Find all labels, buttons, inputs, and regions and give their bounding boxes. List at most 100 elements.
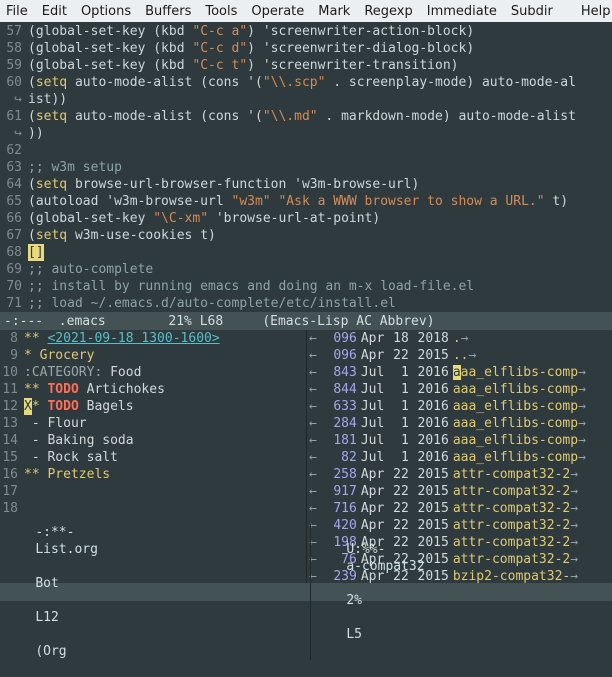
line-number: 57 <box>0 23 28 40</box>
dired-row[interactable]: ←716Apr222015attr-compat32-2→ <box>307 500 612 517</box>
dired-row[interactable]: ←82Jul12016aaa_elflibs-comp→ <box>307 449 612 466</box>
modeline-percent: 21% <box>168 313 191 330</box>
code-token: ( <box>28 57 36 74</box>
org-line: 17 <box>0 483 306 500</box>
file-size: 096 <box>319 347 357 364</box>
file-name: attr-compat32-2 <box>453 466 570 483</box>
file-year: 2015 <box>409 347 453 364</box>
truncate-right-icon: → <box>570 551 578 568</box>
menu-mark[interactable]: Mark <box>318 3 350 20</box>
org-line: 9* Grocery <box>0 347 306 364</box>
truncate-right-icon: → <box>468 347 476 364</box>
org-token: X <box>24 398 32 415</box>
menu-edit[interactable]: Edit <box>42 3 67 20</box>
dired-row[interactable]: ←843Jul12016aaa_elflibs-comp→ <box>307 364 612 381</box>
file-year: 2016 <box>409 449 453 466</box>
code-token: auto-mode-alist (cons '( <box>67 108 263 125</box>
dired-row[interactable]: ←096Apr182018.→ <box>307 330 612 347</box>
code-line: 67(setq w3m-use-cookies t) <box>0 227 612 244</box>
file-day: 1 <box>389 415 409 432</box>
code-token: setq <box>36 74 67 91</box>
org-line: 11** TODO Artichokes <box>0 381 306 398</box>
menu-subdir[interactable]: Subdir <box>511 3 553 20</box>
line-number: 11 <box>0 381 24 398</box>
code-token: global-set-key <box>36 40 153 57</box>
file-size: 917 <box>319 483 357 500</box>
modeline-flags: -:--- <box>4 313 59 330</box>
file-day: 18 <box>389 330 409 347</box>
code-token: "\C-xm" <box>153 210 208 227</box>
menubar: File Edit Options Buffers Tools Operate … <box>0 0 612 22</box>
file-year: 2015 <box>409 483 453 500</box>
code-line: ↪)) <box>0 125 612 142</box>
code-token: ( <box>28 40 36 57</box>
file-month: Apr <box>357 500 389 517</box>
dired-row[interactable]: ←181Jul12016aaa_elflibs-comp→ <box>307 432 612 449</box>
file-day: 1 <box>389 381 409 398</box>
menu-buffers[interactable]: Buffers <box>145 3 191 20</box>
file-name: aaa_elflibs-comp <box>453 432 578 449</box>
line-number: 63 <box>0 159 28 176</box>
file-size: 181 <box>319 432 357 449</box>
dired-row[interactable]: ←633Jul12016aaa_elflibs-comp→ <box>307 398 612 415</box>
org-token: * <box>32 398 48 415</box>
line-number: 61 <box>0 108 28 125</box>
code-token: t) <box>545 193 568 210</box>
file-name: aaa_elflibs-comp <box>453 415 578 432</box>
code-token: "C-c d" <box>192 40 247 57</box>
code-line: 64(setq browse-url-browser-function 'w3m… <box>0 176 612 193</box>
truncate-right-icon: → <box>570 466 578 483</box>
dired-row[interactable]: ←258Apr222015attr-compat32-2→ <box>307 466 612 483</box>
menu-file[interactable]: File <box>6 3 28 20</box>
truncate-right-icon: → <box>578 364 586 381</box>
code-token: setq <box>36 176 67 193</box>
modeline-upper: -:--- .emacs 21% L68 (Emacs-Lisp AC Abbr… <box>0 312 612 330</box>
dired-row[interactable]: ←284Jul12016aaa_elflibs-comp→ <box>307 415 612 432</box>
code-token: browse-url-browser-function 'w3m-browse-… <box>67 176 419 193</box>
cursor: a <box>453 365 461 380</box>
code-token: (kbd <box>153 40 192 57</box>
truncate-right-icon: → <box>570 568 578 583</box>
menu-options[interactable]: Options <box>81 3 131 20</box>
line-number: 10 <box>0 364 24 381</box>
file-name: bzip2-compat32- <box>453 568 570 583</box>
truncate-right-icon: → <box>570 483 578 500</box>
truncate-right-icon: → <box>570 500 578 517</box>
org-token: Food <box>102 364 141 381</box>
menu-immediate[interactable]: Immediate <box>427 3 497 20</box>
file-name: attr-compat32-2 <box>453 517 570 534</box>
code-token: ;; auto-complete <box>28 261 153 278</box>
dired-row[interactable]: ←096Apr222015..→ <box>307 347 612 364</box>
line-number: 70 <box>0 278 28 295</box>
code-token: "C-c a" <box>192 23 247 40</box>
truncate-left-icon: ← <box>307 347 319 364</box>
modeline-line: L68 <box>200 313 223 330</box>
org-line: 15 - Rock salt <box>0 449 306 466</box>
menu-regexp[interactable]: Regexp <box>364 3 412 20</box>
code-token: global-set-key <box>36 23 153 40</box>
code-token: ( <box>28 176 36 193</box>
menu-help[interactable]: Help <box>581 3 611 20</box>
org-token: :CATEGORY: <box>24 364 102 381</box>
line-number: 13 <box>0 415 24 432</box>
truncate-right-icon: → <box>570 517 578 534</box>
org-line: 13 - Flour <box>0 415 306 432</box>
code-line: 63;; w3m setup <box>0 159 612 176</box>
line-number: 65 <box>0 193 28 210</box>
menu-tools[interactable]: Tools <box>205 3 237 20</box>
org-token: ** <box>24 330 47 347</box>
menu-operate[interactable]: Operate <box>251 3 304 20</box>
line-number: 8 <box>0 330 24 347</box>
file-size: 258 <box>319 466 357 483</box>
dired-row[interactable]: ←917Apr222015attr-compat32-2→ <box>307 483 612 500</box>
file-year: 2016 <box>409 432 453 449</box>
code-line: 61(setq auto-mode-alist (cons '("\\.md" … <box>0 108 612 125</box>
file-year: 2016 <box>409 364 453 381</box>
modeline-lower: -:**- List.org Bot L12 (Org U:%%- a-comp… <box>0 583 612 601</box>
dired-row[interactable]: ←844Jul12016aaa_elflibs-comp→ <box>307 381 612 398</box>
code-token: (kbd <box>153 23 192 40</box>
emacs-buffer-upper[interactable]: 57(global-set-key (kbd "C-c a") 'screenw… <box>0 22 612 312</box>
file-month: Apr <box>357 347 389 364</box>
line-number: 68 <box>0 244 28 261</box>
file-month: Jul <box>357 432 389 449</box>
